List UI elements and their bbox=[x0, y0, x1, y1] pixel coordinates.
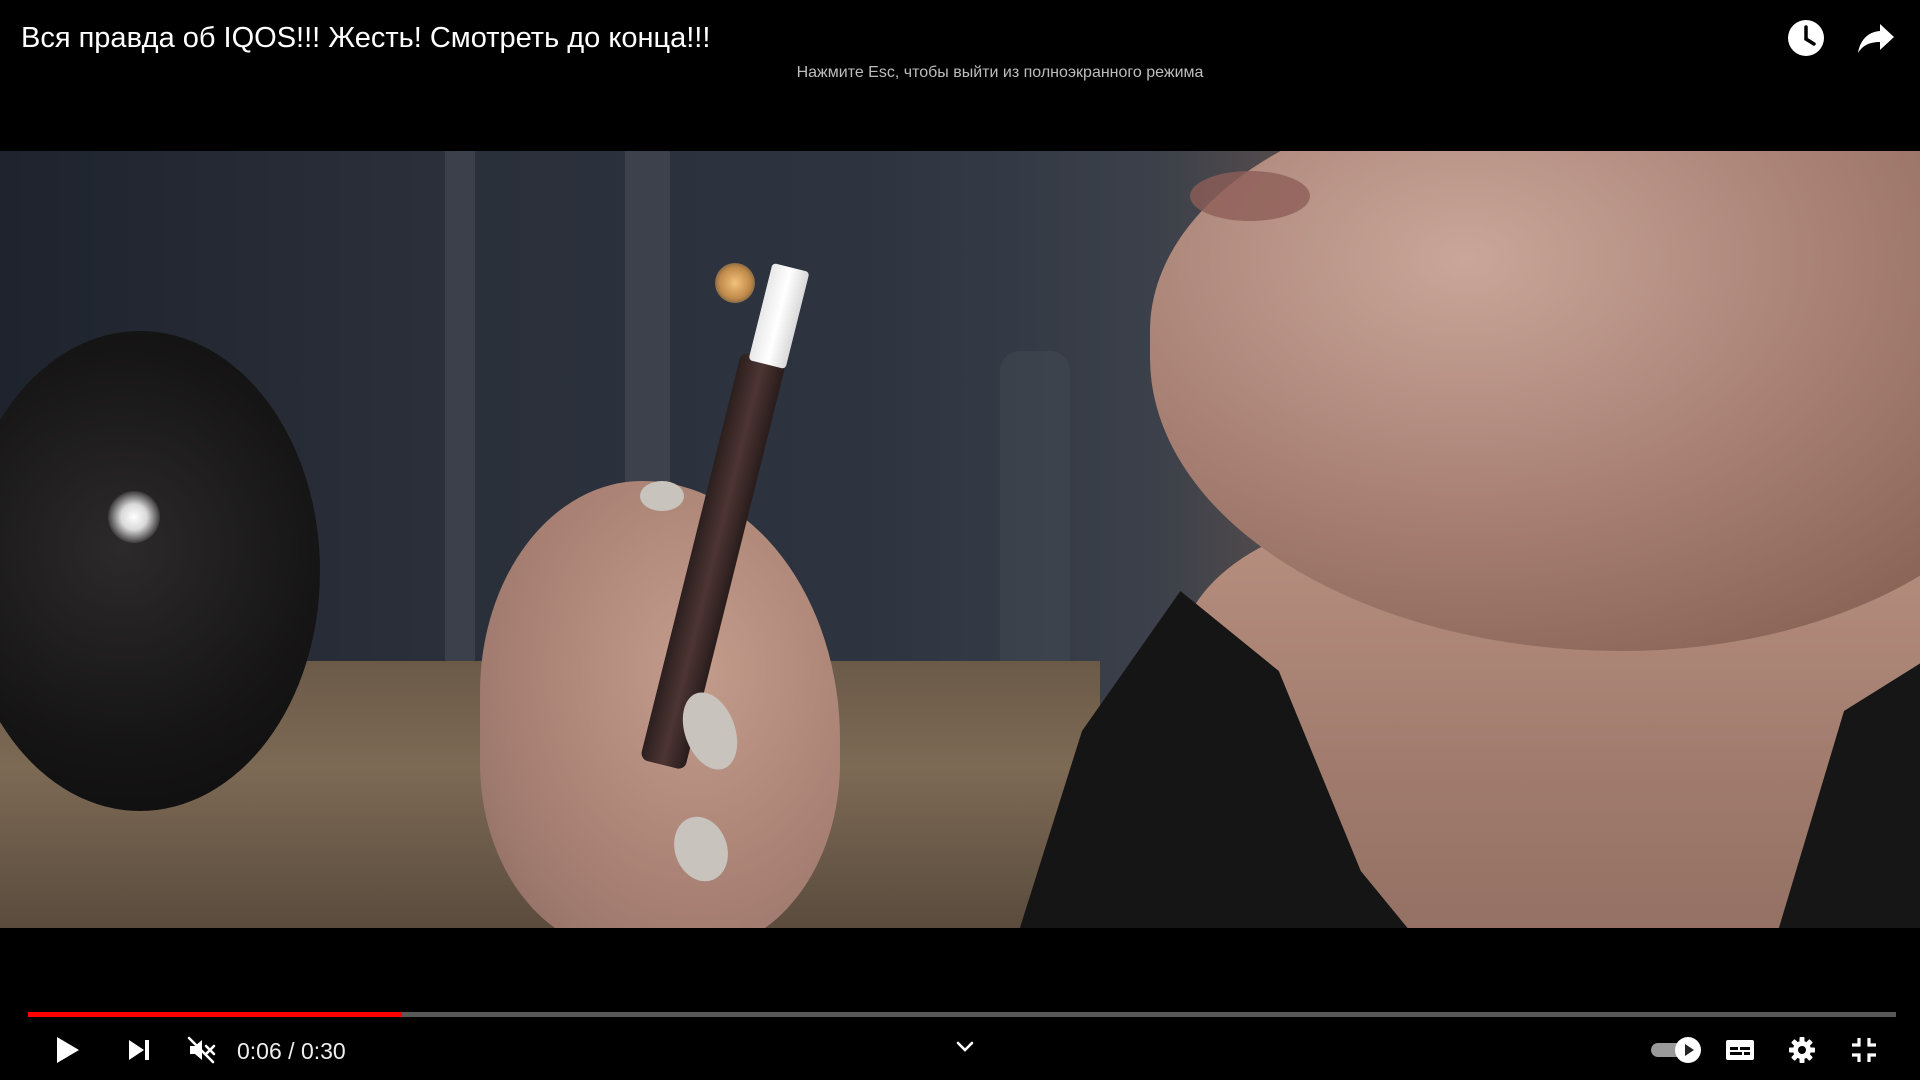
settings-button[interactable] bbox=[1782, 1026, 1822, 1074]
watch-later-icon bbox=[1788, 20, 1824, 56]
exit-fullscreen-icon bbox=[1852, 1038, 1876, 1062]
autoplay-toggle-knob bbox=[1675, 1037, 1701, 1063]
expand-chevron-button[interactable] bbox=[950, 1034, 980, 1060]
time-display: 0:06 / 0:30 bbox=[237, 1038, 346, 1065]
video-frame[interactable] bbox=[0, 151, 1920, 928]
next-button[interactable] bbox=[118, 1026, 160, 1074]
autoplay-play-icon bbox=[1685, 1044, 1694, 1056]
duration: 0:30 bbox=[300, 1038, 346, 1064]
play-icon bbox=[57, 1037, 79, 1063]
video-title[interactable]: Вся правда об IQOS!!! Жесть! Смотреть до… bbox=[21, 22, 710, 55]
share-button[interactable] bbox=[1854, 16, 1898, 60]
volume-muted-icon bbox=[187, 1036, 216, 1064]
video-player[interactable]: Вся правда об IQOS!!! Жесть! Смотреть до… bbox=[0, 0, 1920, 1080]
fingernail bbox=[640, 481, 684, 511]
person-lips bbox=[1190, 171, 1310, 221]
subtitles-icon bbox=[1726, 1040, 1754, 1060]
tobacco-stick bbox=[748, 262, 810, 370]
progress-played bbox=[28, 1012, 402, 1017]
player-controls: 0:06 / 0:30 bbox=[0, 1026, 1920, 1080]
share-icon bbox=[1858, 24, 1894, 53]
current-time: 0:06 bbox=[237, 1038, 282, 1064]
fullscreen-exit-hint: Нажмите Esc, чтобы выйти из полноэкранно… bbox=[796, 64, 1204, 81]
autoplay-toggle[interactable] bbox=[1648, 1026, 1702, 1074]
play-button[interactable] bbox=[46, 1026, 88, 1074]
next-icon bbox=[129, 1040, 149, 1060]
time-separator: / bbox=[281, 1038, 301, 1064]
gear-icon bbox=[1789, 1037, 1815, 1063]
watch-later-button[interactable] bbox=[1784, 16, 1828, 60]
subtitles-button[interactable] bbox=[1720, 1026, 1760, 1074]
exit-fullscreen-button[interactable] bbox=[1844, 1026, 1884, 1074]
chevron-down-icon bbox=[956, 1041, 974, 1052]
light-reflection bbox=[108, 491, 160, 543]
top-actions bbox=[1784, 16, 1898, 60]
mute-button[interactable] bbox=[180, 1026, 222, 1074]
background-column bbox=[445, 151, 475, 711]
bokeh-light bbox=[715, 263, 755, 303]
progress-bar[interactable] bbox=[28, 1012, 1896, 1017]
